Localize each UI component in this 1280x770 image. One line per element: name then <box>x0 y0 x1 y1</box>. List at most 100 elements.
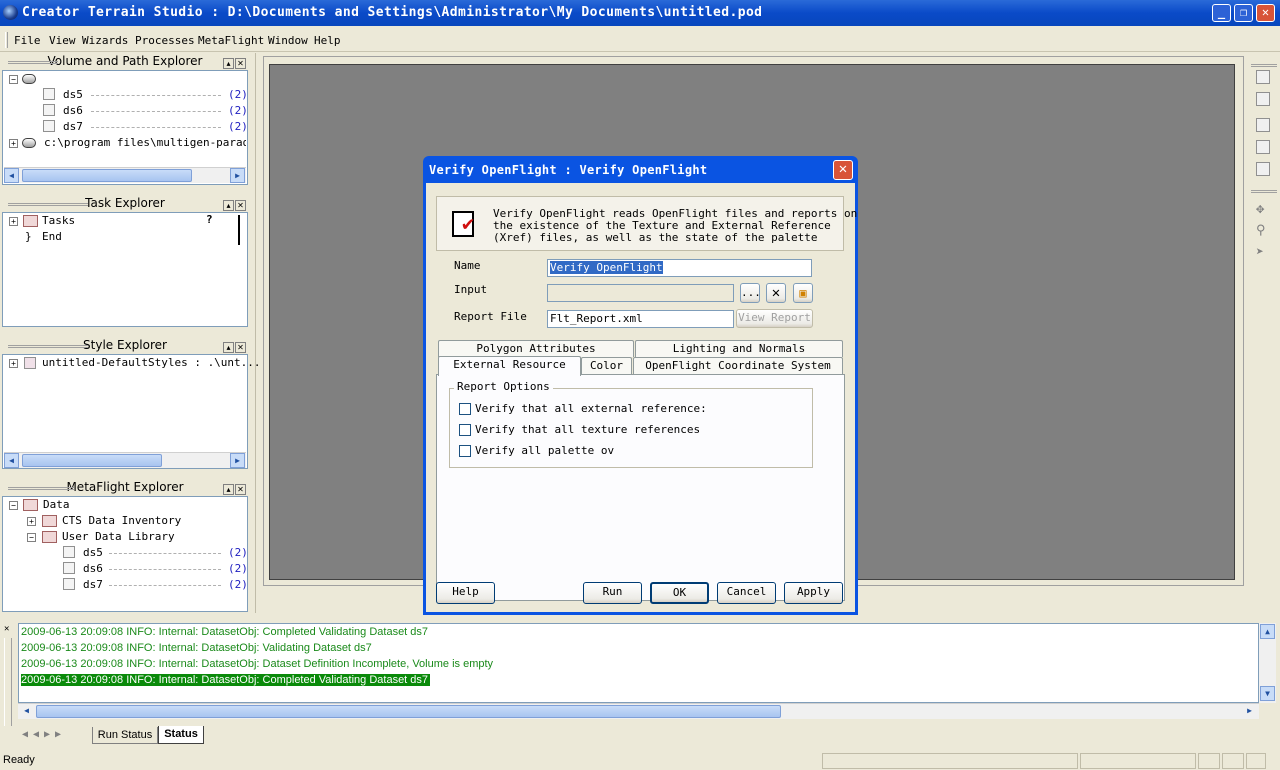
tab-coordinate-system[interactable]: OpenFlight Coordinate System <box>633 357 843 374</box>
output-horizontal-scrollbar[interactable]: ◀ ▶ <box>18 703 1259 719</box>
style-item[interactable]: untitled-DefaultStyles : .\unt... <box>42 356 261 369</box>
scroll-right-icon[interactable]: ▶ <box>230 168 245 183</box>
tab-external-resource[interactable]: External Resource <box>438 356 581 376</box>
tab-nav-arrows-icon[interactable]: ◀◀▶▶ <box>22 729 66 740</box>
expand-icon[interactable]: + <box>9 359 18 368</box>
status-text: Ready <box>3 754 35 766</box>
panel-close-icon[interactable]: ✕ <box>235 484 246 495</box>
ok-button[interactable]: OK <box>650 582 709 604</box>
minimize-button[interactable]: _ <box>1212 4 1231 22</box>
scroll-down-icon[interactable]: ▼ <box>1260 686 1275 701</box>
vertical-scrollbar[interactable]: ▲ ▼ <box>1259 623 1276 703</box>
option-external-checkbox[interactable] <box>459 403 471 415</box>
panel-close-icon[interactable]: ✕ <box>235 58 246 69</box>
data-root-item[interactable]: Data <box>43 498 70 511</box>
panel-pin-icon[interactable]: ▴ <box>223 58 234 69</box>
panel-close-icon[interactable]: ✕ <box>235 200 246 211</box>
cancel-button[interactable]: Cancel <box>717 582 776 604</box>
tab-status[interactable]: Status <box>158 726 204 744</box>
scroll-left-icon[interactable]: ◀ <box>4 453 19 468</box>
volume-path[interactable]: c:\program files\multigen-paradigm <box>44 136 246 149</box>
pointer-icon[interactable]: ➤ <box>1256 246 1270 260</box>
option-texture-checkbox[interactable] <box>459 424 471 436</box>
scroll-thumb[interactable] <box>36 705 781 718</box>
verify-openflight-dialog: Verify OpenFlight : Verify OpenFlight ✕ … <box>423 156 858 615</box>
menu-view[interactable]: View <box>49 34 76 47</box>
log-line-selected: 2009-06-13 20:09:08 INFO: Internal: Data… <box>21 674 431 686</box>
zoom-icon[interactable]: ⚲ <box>1256 224 1270 238</box>
tasks-item[interactable]: Tasks <box>42 214 75 227</box>
menu-processes[interactable]: Processes <box>135 34 195 47</box>
checkmark-icon: ✔ <box>462 211 475 235</box>
log-list[interactable]: 2009-06-13 20:09:08 INFO: Internal: Data… <box>18 623 1259 703</box>
report-file-input[interactable]: Flt_Report.xml <box>547 310 734 328</box>
close-button[interactable]: ✕ <box>1256 4 1275 22</box>
horizontal-scrollbar[interactable]: ◀ ▶ <box>4 452 246 468</box>
panel-pin-icon[interactable]: ▴ <box>223 200 234 211</box>
input-field[interactable] <box>547 284 734 302</box>
dataset-icon <box>63 562 75 574</box>
expand-icon[interactable]: + <box>9 139 18 148</box>
image-icon[interactable] <box>1256 162 1270 176</box>
dataset-icon <box>43 120 55 132</box>
run-button[interactable]: Run <box>583 582 642 604</box>
name-input[interactable]: Verify OpenFlight <box>547 259 812 277</box>
view-report-button[interactable]: View Report <box>736 309 813 328</box>
menu-file[interactable]: File <box>14 34 41 47</box>
horizontal-scrollbar[interactable]: ◀ ▶ <box>4 167 246 183</box>
meta-item-ds6[interactable]: ds6 <box>83 562 103 575</box>
menu-wizards[interactable]: Wizards <box>82 34 128 47</box>
expand-icon[interactable]: + <box>27 517 36 526</box>
open-folder-icon[interactable]: ▣ <box>793 283 813 303</box>
output-close-icon[interactable]: ✕ <box>4 624 9 634</box>
log-line: 2009-06-13 20:09:08 INFO: Internal: Data… <box>21 658 494 670</box>
dialog-close-button[interactable]: ✕ <box>833 160 853 180</box>
collapse-icon[interactable]: − <box>9 501 18 510</box>
meta-item-ds7[interactable]: ds7 <box>83 578 103 591</box>
menu-window[interactable]: Window <box>268 34 308 47</box>
scroll-right-icon[interactable]: ▶ <box>230 453 245 468</box>
cts-inventory-item[interactable]: CTS Data Inventory <box>62 514 181 527</box>
menu-metaflight[interactable]: MetaFlight <box>198 34 264 47</box>
tab-run-status[interactable]: Run Status <box>92 727 158 744</box>
browse-button[interactable]: ... <box>740 283 761 303</box>
style-explorer-panel: + untitled-DefaultStyles : .\unt... ◀ ▶ <box>2 354 261 469</box>
panel-pin-icon[interactable]: ▴ <box>223 484 234 495</box>
table-icon[interactable] <box>1256 92 1270 106</box>
menu-help[interactable]: Help <box>314 34 341 47</box>
end-item[interactable]: End <box>42 230 62 243</box>
user-library-item[interactable]: User Data Library <box>62 530 175 543</box>
scroll-left-icon[interactable]: ◀ <box>19 704 34 719</box>
volume-item-ds7[interactable]: ds7 <box>63 120 83 133</box>
edit-icon[interactable] <box>1256 118 1270 132</box>
count-badge: (2) <box>228 562 248 575</box>
collapse-icon[interactable]: − <box>27 533 36 542</box>
tab-color[interactable]: Color <box>581 357 632 374</box>
report-file-label: Report File <box>454 310 527 323</box>
pan-icon[interactable]: ✥ <box>1256 202 1270 216</box>
scroll-left-icon[interactable]: ◀ <box>4 168 19 183</box>
volume-item-ds6[interactable]: ds6 <box>63 104 83 117</box>
expand-icon[interactable]: + <box>9 217 18 226</box>
clear-input-icon[interactable]: ✕ <box>766 283 786 303</box>
grid-icon[interactable] <box>1256 70 1270 84</box>
volume-item-ds5[interactable]: ds5 <box>63 88 83 101</box>
scroll-thumb[interactable] <box>22 169 192 182</box>
end-brace-icon: } <box>25 230 32 243</box>
scroll-up-icon[interactable]: ▲ <box>1260 624 1275 639</box>
checker-icon[interactable] <box>1256 140 1270 154</box>
collapse-icon[interactable]: − <box>9 75 18 84</box>
option-palette-checkbox[interactable] <box>459 445 471 457</box>
tab-lighting-normals[interactable]: Lighting and Normals <box>635 340 843 357</box>
help-icon[interactable]: ? <box>206 213 213 226</box>
apply-button[interactable]: Apply <box>784 582 843 604</box>
scroll-thumb[interactable] <box>22 454 162 467</box>
help-button[interactable]: Help <box>436 582 495 604</box>
library-folder-icon <box>42 531 57 543</box>
restore-button[interactable]: ❐ <box>1234 4 1253 22</box>
tab-polygon-attributes[interactable]: Polygon Attributes <box>438 340 634 357</box>
panel-close-icon[interactable]: ✕ <box>235 342 246 353</box>
meta-item-ds5[interactable]: ds5 <box>83 546 103 559</box>
scroll-right-icon[interactable]: ▶ <box>1242 704 1257 719</box>
panel-pin-icon[interactable]: ▴ <box>223 342 234 353</box>
